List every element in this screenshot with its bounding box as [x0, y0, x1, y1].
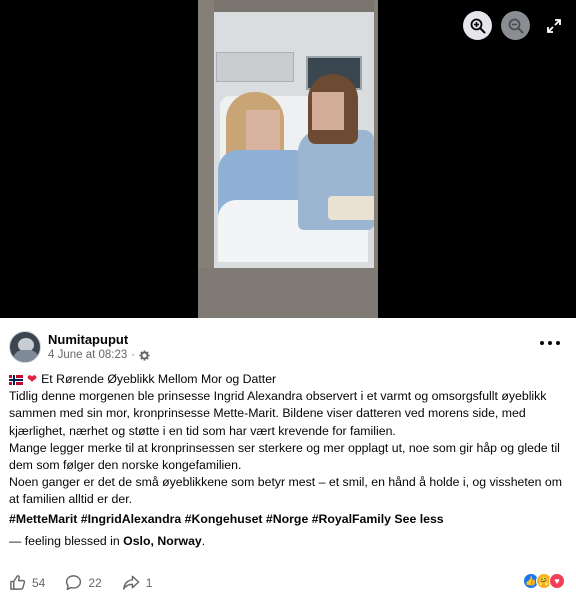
- post-paragraph: Tidlig denne morgenen ble prinsesse Ingr…: [9, 389, 547, 438]
- zoom-out-button[interactable]: [501, 11, 530, 40]
- post-paragraph: Noen ganger er det de små øyeblikkene so…: [9, 475, 562, 507]
- see-less-link[interactable]: See less: [394, 512, 443, 526]
- like-count: 54: [32, 575, 46, 590]
- fullscreen-button[interactable]: [542, 11, 566, 40]
- hashtags-line: #MetteMarit #IngridAlexandra #Kongehuset…: [9, 512, 444, 526]
- avatar[interactable]: [9, 331, 41, 363]
- reaction-summary[interactable]: 👍 🤗 ♥: [523, 573, 565, 589]
- post-photo[interactable]: [198, 0, 378, 318]
- comment-count: 22: [88, 575, 102, 590]
- share-icon: [122, 575, 139, 590]
- norway-flag-icon: [9, 374, 23, 385]
- zoom-in-icon: [470, 18, 485, 33]
- comment-button[interactable]: 22: [65, 574, 102, 591]
- post-author[interactable]: Numitapuput: [48, 332, 128, 347]
- gear-icon[interactable]: [139, 349, 150, 361]
- post-paragraph: Mange legger merke til at kronprinsessen…: [9, 440, 560, 473]
- action-bar: 54 22 1: [9, 574, 172, 591]
- zoom-out-icon: [508, 18, 523, 33]
- post-card: Numitapuput 4 June at 08:23 · ❤ Et Røren…: [0, 318, 576, 594]
- like-button[interactable]: 54: [9, 574, 45, 591]
- more-options-button[interactable]: [540, 336, 560, 350]
- feeling-line: — feeling blessed in Oslo, Norway.: [9, 534, 205, 548]
- expand-icon: [547, 18, 561, 33]
- feeling-suffix: .: [201, 534, 206, 548]
- love-reaction-icon: ♥: [549, 573, 565, 589]
- feeling-text: — feeling blessed in: [9, 534, 124, 548]
- zoom-in-button[interactable]: [463, 11, 492, 40]
- post-body: ❤ Et Rørende Øyeblikk Mellom Mor og Datt…: [9, 371, 567, 509]
- hashtags[interactable]: #MetteMarit #IngridAlexandra #Kongehuset…: [9, 512, 391, 526]
- heart-icon: ❤: [27, 372, 38, 386]
- post-headline: Et Rørende Øyeblikk Mellom Mor og Datter: [41, 372, 277, 386]
- blurred-face: [246, 110, 280, 150]
- share-button[interactable]: 1: [122, 574, 153, 591]
- share-count: 1: [145, 575, 153, 590]
- meta-separator: ·: [131, 349, 136, 361]
- blurred-face: [312, 92, 344, 130]
- post-timestamp[interactable]: 4 June at 08:23: [48, 349, 127, 361]
- thumbs-up-icon: [10, 575, 26, 590]
- photo-viewer: [0, 0, 576, 318]
- comment-icon: [66, 575, 82, 591]
- post-meta: 4 June at 08:23 ·: [48, 349, 150, 361]
- location-link[interactable]: Oslo, Norway: [123, 534, 202, 548]
